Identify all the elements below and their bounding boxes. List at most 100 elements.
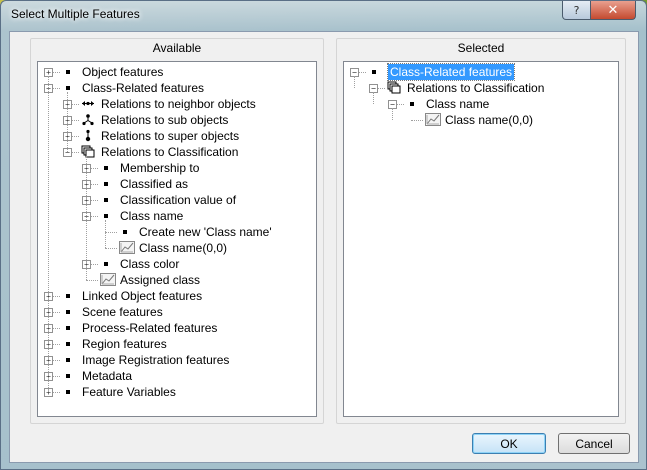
window-title: Select Multiple Features [11, 7, 140, 21]
tree-item[interactable]: − Relations to Classification [344, 80, 618, 96]
tree-connector-line [105, 232, 117, 233]
tree-item-label: Object features [82, 65, 164, 79]
tree-item[interactable]: + Image Registration features [38, 352, 316, 368]
feature-chart-icon [425, 113, 441, 126]
square-bullet-icon [104, 262, 108, 266]
tree-guide-line [392, 108, 393, 120]
tree-guide-line [86, 156, 87, 280]
classification-icon [387, 81, 401, 94]
title-bar[interactable]: Select Multiple Features ? ✕ [1, 1, 646, 31]
tree-item-label: Scene features [82, 305, 163, 319]
tree-item-label: Classified as [120, 177, 189, 191]
dialog-client-area: Available + Object features − Class-Related… [9, 31, 639, 463]
tree-item-label: Class name(0,0) [139, 241, 228, 255]
tree-item[interactable]: + Membership to [38, 160, 316, 176]
tree-item[interactable]: + Class color [38, 256, 316, 272]
ok-button[interactable]: OK [472, 433, 546, 454]
tree-item-label: Class color [120, 257, 180, 271]
tree-item[interactable]: − Class name [344, 96, 618, 112]
tree-item[interactable]: + Scene features [38, 304, 316, 320]
tree-item-label: Relations to Classification [407, 81, 545, 95]
tree-item[interactable]: + Linked Object features [38, 288, 316, 304]
tree-item-label: Class name(0,0) [445, 113, 534, 127]
tree-item-label: Region features [82, 337, 167, 351]
tree-item[interactable]: − Class name [38, 208, 316, 224]
tree-item-label: Membership to [120, 161, 200, 175]
tree-item[interactable]: + Feature Variables [38, 384, 316, 400]
dialog-window: Select Multiple Features ? ✕ Available +… [0, 0, 647, 470]
tree-item-label: Class-Related features [386, 63, 516, 81]
tree-item[interactable]: + Metadata [38, 368, 316, 384]
tree-item[interactable]: + Relations to neighbor objects [38, 96, 316, 112]
square-bullet-icon [410, 102, 414, 106]
tree-item[interactable]: + Relations to super objects [38, 128, 316, 144]
tree-item[interactable]: − Class-Related features [344, 63, 618, 81]
tree-item[interactable]: Assigned class [38, 272, 316, 288]
available-tree[interactable]: + Object features − Class-Related features +… [37, 61, 317, 417]
tree-item-label: Relations to sub objects [101, 113, 229, 127]
tree-item[interactable]: Class name(0,0) [38, 240, 316, 256]
tree-item-label: Feature Variables [82, 385, 176, 399]
square-bullet-icon [66, 70, 70, 74]
square-bullet-icon [104, 182, 108, 186]
close-icon: ✕ [607, 2, 619, 18]
available-group: Available + Object features − Class-Related… [30, 38, 324, 424]
tree-guide-line [48, 76, 49, 392]
tree-item[interactable]: − Class-Related features [38, 80, 316, 96]
tree-item[interactable]: + Classification value of [38, 192, 316, 208]
tree-item-label: Relations to super objects [101, 129, 240, 143]
tree-item-label: Process-Related features [82, 321, 218, 335]
square-bullet-icon [66, 342, 70, 346]
square-bullet-icon [104, 214, 108, 218]
tree-item[interactable]: Create new 'Class name' [38, 224, 316, 240]
square-bullet-icon [66, 374, 70, 378]
tree-item-label: Classification value of [120, 193, 237, 207]
tree-item[interactable]: + Classified as [38, 176, 316, 192]
tree-connector-line [105, 248, 117, 249]
tree-item[interactable]: + Process-Related features [38, 320, 316, 336]
tree-item-label: Relations to Classification [101, 145, 239, 159]
cancel-button[interactable]: Cancel [558, 433, 630, 454]
tree-item-label: Class name [120, 209, 184, 223]
square-bullet-icon [66, 310, 70, 314]
tree-guide-line [354, 76, 355, 88]
square-bullet-icon [104, 166, 108, 170]
square-bullet-icon [66, 326, 70, 330]
square-bullet-icon [66, 86, 70, 90]
tree-item-label: Class name [426, 97, 490, 111]
tree-item[interactable]: + Object features [38, 64, 316, 80]
tree-item-label: Relations to neighbor objects [101, 97, 256, 111]
tree-item-label: Linked Object features [82, 289, 203, 303]
neighbor-relation-icon [82, 101, 94, 106]
tree-guide-line [105, 220, 106, 248]
selected-label: Selected [457, 41, 505, 55]
square-bullet-icon [123, 230, 127, 234]
tree-item[interactable]: Class name(0,0) [344, 112, 618, 128]
square-bullet-icon [66, 390, 70, 394]
tree-item-label: Metadata [82, 369, 133, 383]
tree-item[interactable]: + Relations to sub objects [38, 112, 316, 128]
available-label: Available [152, 41, 202, 55]
feature-chart-icon [100, 273, 116, 286]
tree-item[interactable]: − Relations to Classification [38, 144, 316, 160]
tree-connector-line [86, 280, 98, 281]
tree-item-label: Image Registration features [82, 353, 230, 367]
sub-objects-icon [82, 114, 94, 126]
square-bullet-icon [66, 358, 70, 362]
tree-item-label: Class-Related features [82, 81, 205, 95]
selected-group: Selected − Class-Related features − Relatio… [336, 38, 626, 424]
close-button[interactable]: ✕ [590, 1, 636, 20]
tree-guide-line [67, 92, 68, 152]
tree-item-label: Create new 'Class name' [139, 225, 272, 239]
square-bullet-icon [372, 70, 376, 74]
square-bullet-icon [66, 294, 70, 298]
tree-connector-line [411, 120, 423, 121]
help-button[interactable]: ? [562, 1, 591, 20]
tree-item[interactable]: + Region features [38, 336, 316, 352]
tree-guide-line [373, 92, 374, 104]
classification-icon [81, 145, 95, 158]
square-bullet-icon [104, 198, 108, 202]
super-objects-icon [85, 129, 91, 142]
feature-chart-icon [119, 241, 135, 254]
selected-tree[interactable]: − Class-Related features − Relations to Cla… [343, 61, 619, 417]
